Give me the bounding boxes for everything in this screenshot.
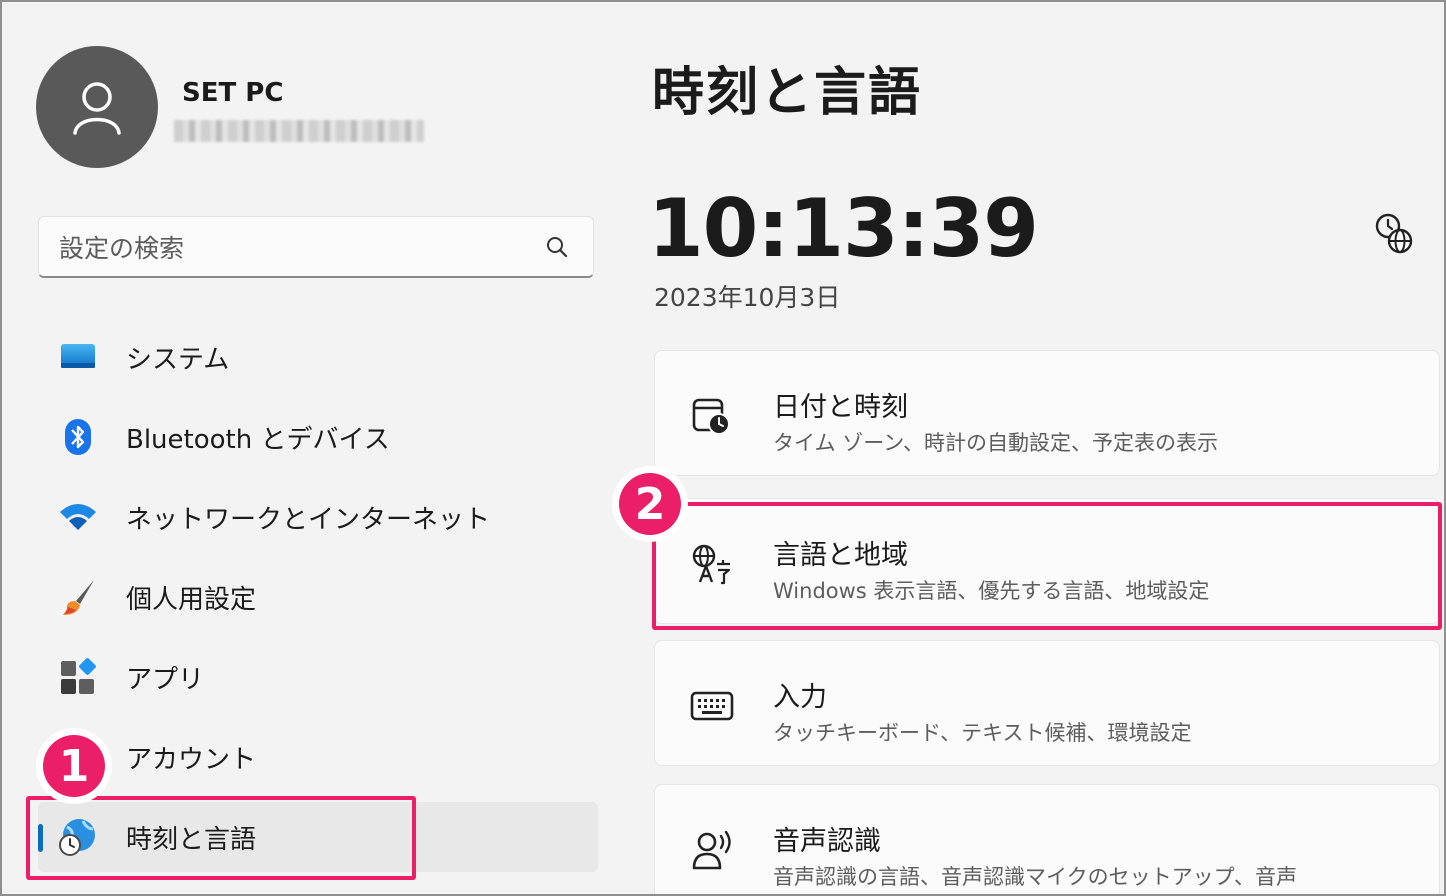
card-subtitle: Windows 表示言語、優先する言語、地域設定: [773, 579, 1210, 603]
clock-time: 10:13:39: [648, 182, 1039, 275]
card-title: 入力: [773, 682, 827, 713]
sidebar-item-system[interactable]: システム: [38, 322, 598, 392]
step-number: 1: [43, 735, 105, 797]
sidebar-nav: システム Bluetooth とデバイス ネットワークとインターネット 個人用設…: [38, 322, 598, 882]
bluetooth-icon: [58, 419, 98, 455]
search-icon[interactable]: [545, 235, 569, 259]
sidebar-item-network[interactable]: ネットワークとインターネット: [38, 482, 598, 552]
sidebar-item-personalization[interactable]: 個人用設定: [38, 562, 598, 632]
card-title: 言語と地域: [773, 540, 908, 571]
card-date-time[interactable]: 日付と時刻 タイム ゾーン、時計の自動設定、予定表の表示: [654, 350, 1440, 476]
brush-icon: [58, 579, 98, 615]
sidebar-item-time-language[interactable]: 時刻と言語: [38, 802, 598, 872]
card-language-region[interactable]: 言語と地域 Windows 表示言語、優先する言語、地域設定: [654, 498, 1440, 624]
wifi-icon: [58, 499, 98, 535]
card-subtitle: タイム ゾーン、時計の自動設定、予定表の表示: [773, 431, 1218, 455]
search-box[interactable]: [38, 216, 594, 278]
card-subtitle: タッチキーボード、テキスト候補、環境設定: [773, 721, 1192, 745]
avatar[interactable]: [36, 46, 158, 168]
sidebar-item-label: 個人用設定: [126, 584, 257, 615]
person-icon: [73, 82, 121, 135]
sidebar-item-label: アプリ: [126, 664, 205, 695]
card-speech[interactable]: 音声認識 音声認識の言語、音声認識マイクのセットアップ、音声: [654, 784, 1440, 894]
system-icon: [58, 339, 98, 375]
user-email-redacted: [174, 120, 424, 142]
speech-icon: [689, 827, 735, 873]
apps-icon: [58, 658, 98, 695]
keyboard-icon: [689, 683, 735, 729]
page-title: 時刻と言語: [652, 63, 923, 123]
sidebar-item-apps[interactable]: アプリ: [38, 642, 598, 712]
sidebar-item-bluetooth[interactable]: Bluetooth とデバイス: [38, 402, 598, 472]
step-badge-1: 1: [36, 728, 112, 804]
search-input[interactable]: [57, 229, 521, 267]
step-badge-2: 2: [612, 466, 688, 542]
card-typing[interactable]: 入力 タッチキーボード、テキスト候補、環境設定: [654, 640, 1440, 766]
sidebar-item-accounts[interactable]: アカウント: [38, 722, 598, 792]
card-title: 日付と時刻: [773, 392, 908, 423]
settings-window: SET PC システム: [0, 0, 1446, 896]
clock-globe-icon[interactable]: [1374, 212, 1414, 256]
sidebar-item-label: システム: [126, 344, 230, 375]
step-number: 2: [619, 473, 681, 535]
sidebar-item-label: 時刻と言語: [126, 824, 257, 855]
sidebar-item-label: ネットワークとインターネット: [126, 504, 491, 535]
sidebar-item-label: アカウント: [126, 744, 257, 775]
time-language-icon: [58, 819, 98, 856]
calendar-clock-icon: [689, 393, 735, 439]
clock-date: 2023年10月3日: [654, 283, 841, 312]
card-title: 音声認識: [773, 826, 881, 857]
language-icon: [689, 541, 735, 587]
card-subtitle: 音声認識の言語、音声認識マイクのセットアップ、音声: [773, 865, 1297, 889]
sidebar-item-label: Bluetooth とデバイス: [126, 424, 390, 455]
user-name: SET PC: [182, 78, 284, 108]
